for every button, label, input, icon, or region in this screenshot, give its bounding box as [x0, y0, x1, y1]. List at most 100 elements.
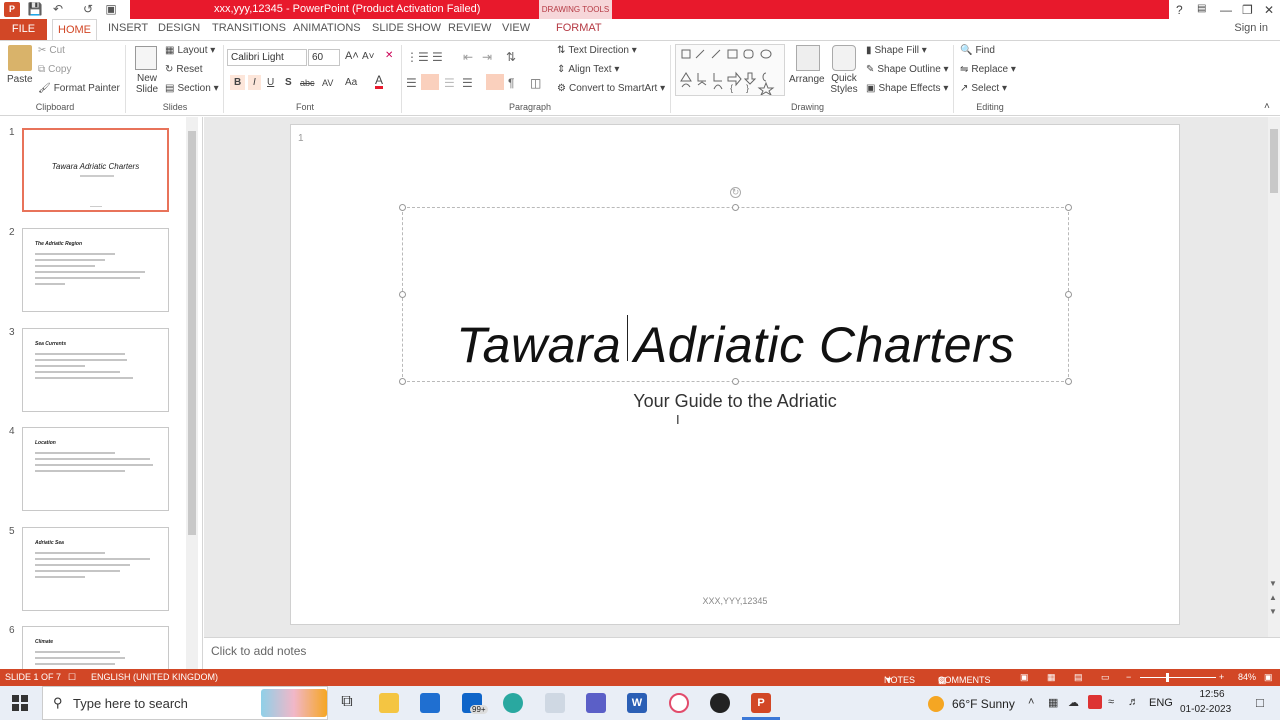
rotate-handle-icon[interactable]: ↻: [730, 187, 741, 198]
shadow-button[interactable]: S: [285, 77, 292, 88]
align-left-icon[interactable]: ☰: [406, 76, 417, 90]
notes-placeholder[interactable]: Click to add notes: [211, 644, 306, 658]
italic-button[interactable]: I: [248, 75, 261, 90]
microsoft-store-icon[interactable]: [420, 693, 440, 713]
numbering-icon[interactable]: ☰: [432, 50, 443, 64]
resize-handle[interactable]: [399, 204, 406, 211]
help-button[interactable]: ?: [1176, 3, 1183, 17]
snipping-tool-icon[interactable]: [669, 693, 689, 713]
fit-to-window-icon[interactable]: ▣: [1264, 672, 1273, 683]
new-slide-button[interactable]: New Slide: [132, 73, 162, 95]
zoom-out-icon[interactable]: −: [1126, 672, 1131, 682]
slide-title[interactable]: Tawara Adriatic Charters: [403, 316, 1068, 374]
shape-outline-button[interactable]: ✎ Shape Outline ▾: [866, 64, 949, 75]
resize-handle[interactable]: [1065, 204, 1072, 211]
tray-app-icon[interactable]: ▦: [1048, 696, 1058, 709]
slide-thumbnail-5[interactable]: Adriatic Sea: [22, 527, 169, 611]
file-explorer-icon[interactable]: [379, 693, 399, 713]
editor-scrollbar-thumb[interactable]: [1270, 129, 1278, 193]
normal-view-icon[interactable]: ▣: [1020, 672, 1029, 683]
increase-font-icon[interactable]: A˄: [345, 50, 359, 62]
align-text-button[interactable]: ⇕ Align Text ▾: [557, 64, 619, 75]
word-icon[interactable]: W: [627, 693, 647, 713]
decrease-font-icon[interactable]: A˅: [362, 51, 375, 62]
editor-scrollbar[interactable]: ▼ ▲ ▼: [1268, 117, 1280, 637]
change-case-button[interactable]: Aa: [345, 77, 357, 88]
bullets-icon[interactable]: ⋮☰: [406, 50, 429, 64]
scroll-down-icon[interactable]: ▼: [1269, 579, 1277, 588]
slide-thumbnail-2[interactable]: The Adriatic Region: [22, 228, 169, 312]
slide-counter[interactable]: SLIDE 1 OF 7: [5, 672, 61, 682]
taskbar-search-box[interactable]: ⚲ Type here to search: [42, 686, 328, 720]
text-direction-button[interactable]: ⇅ Text Direction ▾: [557, 45, 637, 56]
language-indicator[interactable]: ENGLISH (UNITED KINGDOM): [91, 672, 218, 682]
mail-icon[interactable]: 99+: [462, 693, 488, 714]
slide-thumbnail-6[interactable]: Climate: [22, 626, 169, 669]
teams-icon[interactable]: [586, 693, 606, 713]
notes-pane[interactable]: Click to add notes: [204, 637, 1280, 669]
thumbnail-scrollbar[interactable]: [186, 117, 198, 669]
slide-thumbnail-1[interactable]: Tawara Adriatic Charters: [22, 128, 169, 212]
align-center-icon[interactable]: [421, 74, 439, 90]
shape-effects-button[interactable]: ▣ Shape Effects ▾: [866, 83, 948, 94]
undo-icon[interactable]: ↶: [50, 2, 66, 17]
font-color-button[interactable]: A: [375, 74, 384, 89]
resize-handle[interactable]: [1065, 291, 1072, 298]
format-painter-button[interactable]: 🖌 Format Painter: [38, 83, 120, 94]
search-highlight-image[interactable]: [261, 689, 327, 717]
control-panel-icon[interactable]: [545, 693, 565, 713]
text-direction-rtl-icon[interactable]: [486, 74, 504, 90]
weather-sun-icon[interactable]: [928, 696, 944, 712]
resize-handle[interactable]: [399, 378, 406, 385]
arrange-button[interactable]: Arrange: [789, 74, 825, 85]
decrease-indent-icon[interactable]: ⇤: [463, 50, 473, 64]
justify-icon[interactable]: ☰: [462, 76, 473, 90]
ribbon-display-icon[interactable]: ▤: [1197, 3, 1206, 14]
windows-start-icon[interactable]: [12, 695, 28, 711]
quick-styles-icon[interactable]: [832, 45, 856, 71]
slideshow-view-icon[interactable]: ▭: [1101, 672, 1110, 683]
paste-button[interactable]: Paste: [7, 74, 33, 85]
columns-icon[interactable]: ◫: [530, 76, 541, 90]
title-placeholder[interactable]: ↻ Tawara Adriatic Charters: [399, 187, 1072, 385]
previous-slide-icon[interactable]: ▲: [1269, 593, 1277, 602]
tab-view[interactable]: VIEW: [502, 22, 530, 34]
sign-in-link[interactable]: Sign in: [1234, 22, 1268, 34]
minimize-button[interactable]: —: [1220, 3, 1232, 17]
layout-button[interactable]: ▦ Layout ▾: [165, 45, 215, 56]
cut-button[interactable]: ✂ Cut: [38, 45, 65, 56]
slide-footer[interactable]: XXX,YYY,12345: [291, 596, 1179, 606]
zoom-slider[interactable]: [1140, 677, 1216, 678]
underline-button[interactable]: U: [267, 77, 274, 88]
slide-sorter-icon[interactable]: ▦: [1047, 672, 1056, 683]
zoom-slider-thumb[interactable]: [1166, 673, 1169, 682]
select-button[interactable]: ↗ Select ▾: [960, 83, 1007, 94]
tab-slide-show[interactable]: SLIDE SHOW: [372, 22, 441, 34]
arrange-icon[interactable]: [796, 45, 820, 71]
spell-check-icon[interactable]: ☐: [68, 672, 76, 683]
resize-handle[interactable]: [732, 204, 739, 211]
powerpoint-taskbar-icon[interactable]: P: [751, 693, 771, 713]
save-icon[interactable]: 💾: [27, 2, 43, 17]
tab-review[interactable]: REVIEW: [448, 22, 491, 34]
font-size-select[interactable]: 60: [308, 49, 340, 66]
obs-icon[interactable]: [710, 693, 730, 713]
find-button[interactable]: 🔍 Find: [960, 45, 995, 56]
copy-button[interactable]: ⧉ Copy: [38, 64, 72, 75]
character-spacing-button[interactable]: AV: [322, 78, 333, 88]
paste-icon[interactable]: [8, 45, 32, 71]
zoom-level[interactable]: 84%: [1238, 672, 1256, 682]
tab-home[interactable]: HOME: [52, 19, 97, 41]
resize-handle[interactable]: [1065, 378, 1072, 385]
strikethrough-button[interactable]: abc: [300, 78, 315, 88]
resize-handle[interactable]: [399, 291, 406, 298]
slide-subtitle[interactable]: Your Guide to the Adriatic: [291, 391, 1179, 412]
chevron-up-icon[interactable]: ˄: [1028, 696, 1034, 708]
thumbnail-scrollbar-thumb[interactable]: [188, 131, 196, 535]
align-right-icon[interactable]: ☰: [444, 76, 455, 90]
input-language[interactable]: ENG: [1149, 697, 1173, 709]
next-slide-icon[interactable]: ▼: [1269, 607, 1277, 616]
new-slide-icon[interactable]: [135, 46, 157, 70]
antivirus-icon[interactable]: [1088, 695, 1102, 709]
replace-button[interactable]: ⇋ Replace ▾: [960, 64, 1016, 75]
